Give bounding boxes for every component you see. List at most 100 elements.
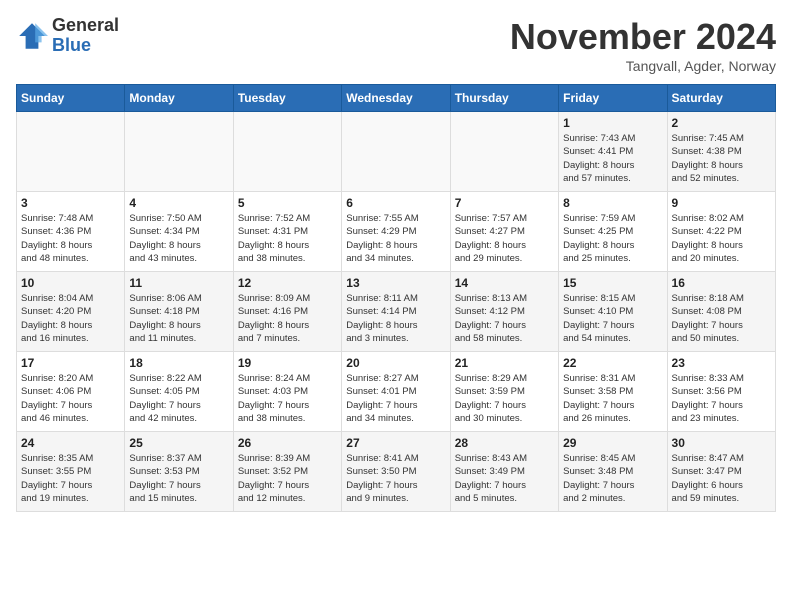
logo-icon [16,20,48,52]
day-info: Sunrise: 8:18 AM Sunset: 4:08 PM Dayligh… [672,292,771,345]
day-info: Sunrise: 8:06 AM Sunset: 4:18 PM Dayligh… [129,292,228,345]
day-info: Sunrise: 8:22 AM Sunset: 4:05 PM Dayligh… [129,372,228,425]
weekday-header-row: SundayMondayTuesdayWednesdayThursdayFrid… [17,85,776,112]
calendar-cell: 8 Sunrise: 7:59 AM Sunset: 4:25 PM Daylig… [559,192,667,272]
day-number: 21 [455,356,554,370]
day-number: 17 [21,356,120,370]
calendar-cell: 6 Sunrise: 7:55 AM Sunset: 4:29 PM Daylig… [342,192,450,272]
day-number: 20 [346,356,445,370]
calendar-cell: 18 Sunrise: 8:22 AM Sunset: 4:05 PM Dayli… [125,352,233,432]
month-title: November 2024 [510,16,776,58]
weekday-header: Thursday [450,85,558,112]
day-info: Sunrise: 8:02 AM Sunset: 4:22 PM Dayligh… [672,212,771,265]
calendar-cell: 21Sunrise: 8:29 AM Sunset: 3:59 PM Dayli… [450,352,558,432]
calendar-cell: 7 Sunrise: 7:57 AM Sunset: 4:27 PM Daylig… [450,192,558,272]
day-info: Sunrise: 8:35 AM Sunset: 3:55 PM Dayligh… [21,452,120,505]
calendar-cell: 30Sunrise: 8:47 AM Sunset: 3:47 PM Dayli… [667,432,775,512]
logo-general: General [52,15,119,35]
calendar-cell [233,112,341,192]
calendar-cell [342,112,450,192]
day-info: Sunrise: 8:15 AM Sunset: 4:10 PM Dayligh… [563,292,662,345]
day-info: Sunrise: 8:45 AM Sunset: 3:48 PM Dayligh… [563,452,662,505]
day-number: 10 [21,276,120,290]
day-number: 15 [563,276,662,290]
calendar-cell: 25 Sunrise: 8:37 AM Sunset: 3:53 PM Dayli… [125,432,233,512]
calendar-cell: 11 Sunrise: 8:06 AM Sunset: 4:18 PM Dayli… [125,272,233,352]
calendar-cell: 19 Sunrise: 8:24 AM Sunset: 4:03 PM Dayli… [233,352,341,432]
day-number: 12 [238,276,337,290]
calendar-cell [450,112,558,192]
weekday-header: Monday [125,85,233,112]
calendar-cell [125,112,233,192]
day-number: 16 [672,276,771,290]
day-number: 27 [346,436,445,450]
day-info: Sunrise: 7:55 AM Sunset: 4:29 PM Dayligh… [346,212,445,265]
calendar-cell: 22Sunrise: 8:31 AM Sunset: 3:58 PM Dayli… [559,352,667,432]
day-number: 8 [563,196,662,210]
calendar-cell: 12 Sunrise: 8:09 AM Sunset: 4:16 PM Dayli… [233,272,341,352]
calendar-cell: 23Sunrise: 8:33 AM Sunset: 3:56 PM Dayli… [667,352,775,432]
day-number: 14 [455,276,554,290]
day-number: 26 [238,436,337,450]
calendar-cell: 29 Sunrise: 8:45 AM Sunset: 3:48 PM Dayli… [559,432,667,512]
calendar-cell: 10 Sunrise: 8:04 AM Sunset: 4:20 PM Dayli… [17,272,125,352]
day-info: Sunrise: 8:13 AM Sunset: 4:12 PM Dayligh… [455,292,554,345]
weekday-header: Friday [559,85,667,112]
location: Tangvall, Agder, Norway [510,58,776,74]
calendar-cell: 16 Sunrise: 8:18 AM Sunset: 4:08 PM Dayli… [667,272,775,352]
logo-text: General Blue [52,16,119,56]
day-info: Sunrise: 7:50 AM Sunset: 4:34 PM Dayligh… [129,212,228,265]
calendar-cell: 13Sunrise: 8:11 AM Sunset: 4:14 PM Dayli… [342,272,450,352]
day-info: Sunrise: 8:43 AM Sunset: 3:49 PM Dayligh… [455,452,554,505]
day-info: Sunrise: 8:39 AM Sunset: 3:52 PM Dayligh… [238,452,337,505]
weekday-header: Sunday [17,85,125,112]
day-info: Sunrise: 7:48 AM Sunset: 4:36 PM Dayligh… [21,212,120,265]
calendar-cell: 20 Sunrise: 8:27 AM Sunset: 4:01 PM Dayli… [342,352,450,432]
day-number: 11 [129,276,228,290]
day-number: 23 [672,356,771,370]
day-number: 6 [346,196,445,210]
day-number: 9 [672,196,771,210]
calendar-cell: 26 Sunrise: 8:39 AM Sunset: 3:52 PM Dayli… [233,432,341,512]
day-number: 25 [129,436,228,450]
weekday-header: Tuesday [233,85,341,112]
day-info: Sunrise: 8:47 AM Sunset: 3:47 PM Dayligh… [672,452,771,505]
day-info: Sunrise: 7:52 AM Sunset: 4:31 PM Dayligh… [238,212,337,265]
day-info: Sunrise: 7:59 AM Sunset: 4:25 PM Dayligh… [563,212,662,265]
day-number: 22 [563,356,662,370]
day-info: Sunrise: 7:57 AM Sunset: 4:27 PM Dayligh… [455,212,554,265]
calendar-cell: 14 Sunrise: 8:13 AM Sunset: 4:12 PM Dayli… [450,272,558,352]
calendar-cell: 24 Sunrise: 8:35 AM Sunset: 3:55 PM Dayli… [17,432,125,512]
day-info: Sunrise: 7:43 AM Sunset: 4:41 PM Dayligh… [563,132,662,185]
day-number: 28 [455,436,554,450]
calendar-week-row: 10 Sunrise: 8:04 AM Sunset: 4:20 PM Dayli… [17,272,776,352]
calendar-cell: 5 Sunrise: 7:52 AM Sunset: 4:31 PM Daylig… [233,192,341,272]
day-info: Sunrise: 8:20 AM Sunset: 4:06 PM Dayligh… [21,372,120,425]
calendar-cell: 15 Sunrise: 8:15 AM Sunset: 4:10 PM Dayli… [559,272,667,352]
day-number: 5 [238,196,337,210]
day-info: Sunrise: 8:04 AM Sunset: 4:20 PM Dayligh… [21,292,120,345]
weekday-header: Wednesday [342,85,450,112]
day-info: Sunrise: 8:27 AM Sunset: 4:01 PM Dayligh… [346,372,445,425]
day-info: Sunrise: 8:24 AM Sunset: 4:03 PM Dayligh… [238,372,337,425]
day-info: Sunrise: 8:41 AM Sunset: 3:50 PM Dayligh… [346,452,445,505]
day-number: 7 [455,196,554,210]
calendar-cell: 2Sunrise: 7:45 AM Sunset: 4:38 PM Daylig… [667,112,775,192]
calendar-cell [17,112,125,192]
day-number: 24 [21,436,120,450]
day-info: Sunrise: 8:09 AM Sunset: 4:16 PM Dayligh… [238,292,337,345]
calendar-week-row: 3Sunrise: 7:48 AM Sunset: 4:36 PM Daylig… [17,192,776,272]
calendar-week-row: 24 Sunrise: 8:35 AM Sunset: 3:55 PM Dayli… [17,432,776,512]
day-info: Sunrise: 8:37 AM Sunset: 3:53 PM Dayligh… [129,452,228,505]
day-number: 13 [346,276,445,290]
logo: General Blue [16,16,119,56]
calendar-cell: 4Sunrise: 7:50 AM Sunset: 4:34 PM Daylig… [125,192,233,272]
calendar-week-row: 17 Sunrise: 8:20 AM Sunset: 4:06 PM Dayli… [17,352,776,432]
day-number: 18 [129,356,228,370]
calendar-cell: 27 Sunrise: 8:41 AM Sunset: 3:50 PM Dayli… [342,432,450,512]
calendar-cell: 9 Sunrise: 8:02 AM Sunset: 4:22 PM Daylig… [667,192,775,272]
calendar-week-row: 1 Sunrise: 7:43 AM Sunset: 4:41 PM Daylig… [17,112,776,192]
day-number: 29 [563,436,662,450]
day-number: 19 [238,356,337,370]
day-number: 1 [563,116,662,130]
